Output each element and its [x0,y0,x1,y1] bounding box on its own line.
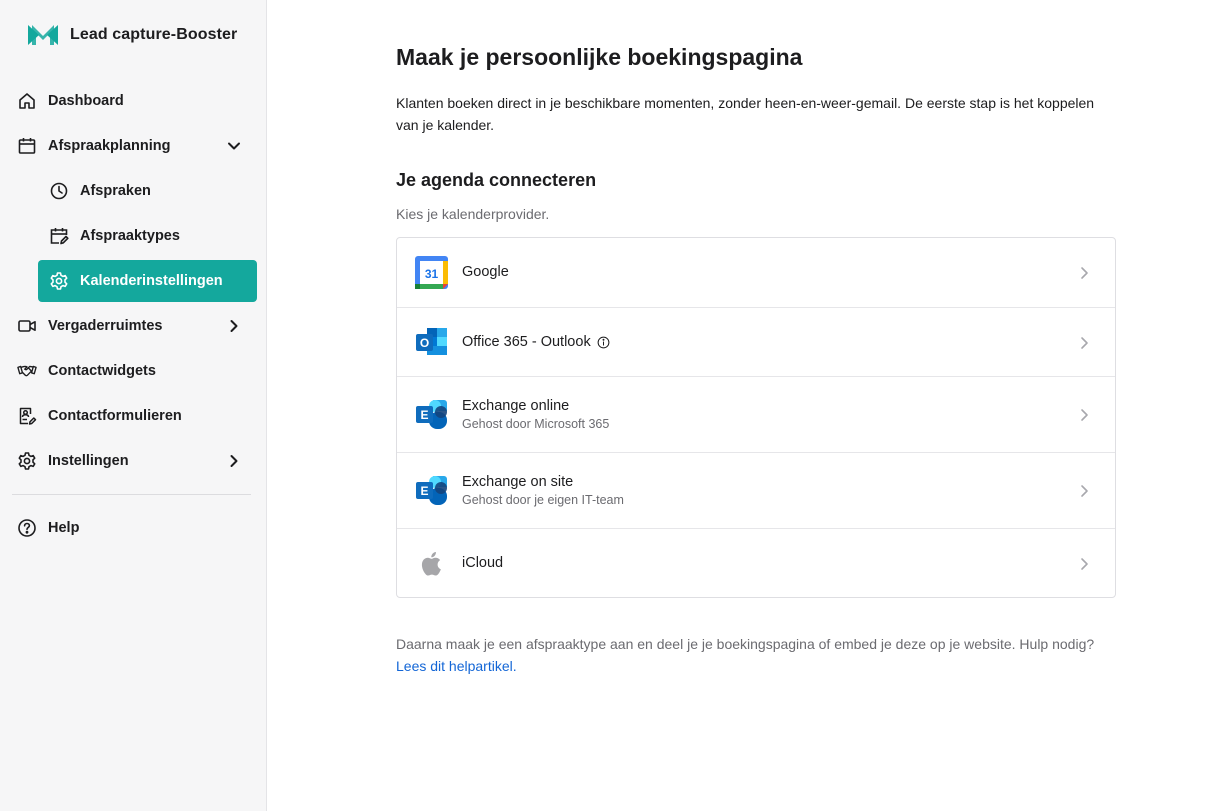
svg-text:E: E [420,408,428,422]
sidebar-divider [12,494,251,495]
sidebar-item-contactwidgets[interactable]: Contactwidgets [16,350,255,392]
section-title: Je agenda connecteren [396,170,597,190]
chevron-right-icon[interactable] [225,452,243,470]
sidebar-item-label: Kalenderinstellingen [80,273,223,289]
provider-icloud[interactable]: iCloud [397,528,1115,597]
svg-text:O: O [420,336,429,350]
intro-text: Klanten boeken direct in je beschikbare … [396,95,1095,133]
brand[interactable]: Lead capture-Booster [28,22,237,48]
sidebar-item-label: Contactformulieren [48,408,182,424]
info-icon[interactable] [597,336,610,349]
apple-icon [421,552,441,576]
chevron-right-icon [1081,409,1088,421]
sidebar-item-label: Dashboard [48,93,124,109]
chevron-right-icon [1081,337,1088,349]
chevron-down-icon[interactable] [225,137,243,155]
brand-name: Lead capture-Booster [70,26,238,43]
chevron-right-icon [1081,558,1088,570]
sidebar-item-label: Help [48,520,80,536]
chevron-right-icon [1081,267,1088,279]
form-icon [16,405,38,427]
footer-text-body: Daarna maak je een afspraaktype aan en d… [396,636,1095,652]
sidebar-item-kalenderinstellingen[interactable]: Kalenderinstellingen [38,260,257,302]
provider-name: Exchange online [462,398,570,414]
calendar-icon [16,135,38,157]
page-title: Maak je persoonlijke boekingspagina [396,44,803,70]
handshake-icon [16,360,38,382]
calendar-edit-icon [48,225,70,247]
clock-icon [48,180,70,202]
provider-office365-outlook[interactable]: O Office 365 - Outlook [397,307,1115,376]
provider-subtitle: Gehost door je eigen IT-team [462,493,624,507]
outlook-icon: O [416,328,447,355]
provider-subtitle: Gehost door Microsoft 365 [462,417,610,431]
sidebar-item-contactformulieren[interactable]: Contactformulieren [16,395,255,437]
provider-name: Google [462,264,509,280]
sidebar-item-label: Afspraaktypes [80,228,180,244]
svg-text:31: 31 [425,267,439,281]
sidebar-item-vergaderruimtes[interactable]: Vergaderruimtes [16,305,255,347]
sidebar-item-afspraakplanning[interactable]: Afspraakplanning [16,125,255,167]
chevron-right-icon[interactable] [225,317,243,335]
chevron-right-icon [1081,485,1088,497]
provider-list: 31 Google O Office 365 - Outlook E Excha… [396,237,1116,598]
video-icon [16,315,38,337]
sidebar-item-afspraken[interactable]: Afspraken [38,170,257,212]
provider-google[interactable]: 31 Google [397,238,1115,307]
google-calendar-icon: 31 [415,256,448,289]
provider-exchange-on-site[interactable]: E Exchange on site Gehost door je eigen … [397,452,1115,528]
footer-text: Daarna maak je een afspraaktype aan en d… [396,633,1116,677]
exchange-icon: E [416,400,447,429]
provider-name: iCloud [462,555,504,571]
sidebar: Lead capture-Booster Dashboard Afspraakp… [0,0,267,811]
sidebar-item-dashboard[interactable]: Dashboard [16,80,255,122]
provider-name: Office 365 - Outlook [462,334,591,350]
sidebar-item-label: Instellingen [48,453,129,469]
gear-icon [48,270,70,292]
sidebar-item-label: Afspraken [80,183,151,199]
exchange-icon: E [416,476,447,505]
sidebar-item-label: Afspraakplanning [48,138,171,154]
help-icon [16,517,38,539]
sidebar-item-label: Contactwidgets [48,363,156,379]
sidebar-item-instellingen[interactable]: Instellingen [16,440,255,482]
help-article-link[interactable]: Lees dit helpartikel. [396,658,517,674]
home-icon [16,90,38,112]
gear-icon [16,450,38,472]
sidebar-item-afspraaktypes[interactable]: Afspraaktypes [38,215,257,257]
provider-name: Exchange on site [462,474,574,490]
brand-logo-icon [28,25,58,45]
provider-exchange-online[interactable]: E Exchange online Gehost door Microsoft … [397,376,1115,452]
svg-text:E: E [420,484,428,498]
sidebar-item-help[interactable]: Help [16,507,255,549]
section-subtitle: Kies je kalenderprovider. [396,206,550,222]
sidebar-item-label: Vergaderruimtes [48,318,163,334]
